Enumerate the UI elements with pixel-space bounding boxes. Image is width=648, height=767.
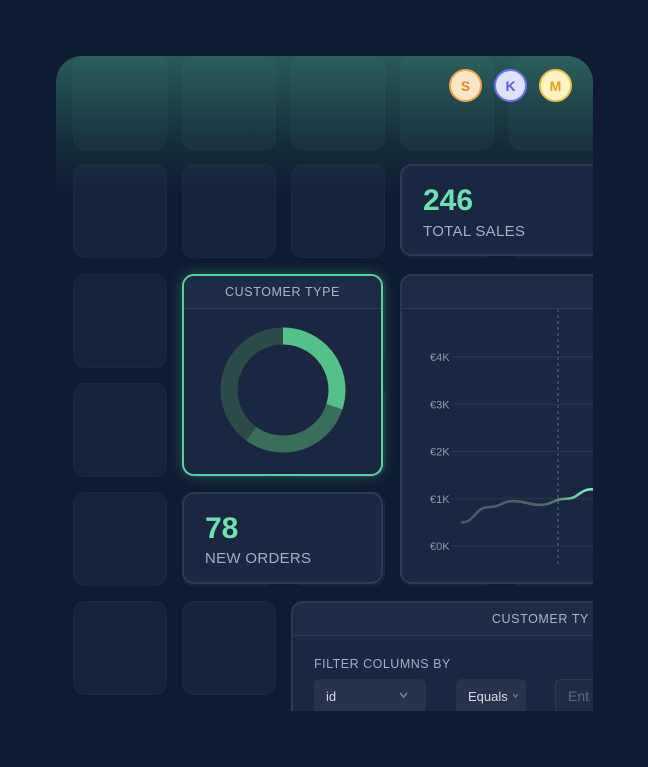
- operator-select-value: Equals: [468, 688, 508, 704]
- column-select[interactable]: id: [314, 679, 426, 711]
- customer-table-title: CUSTOMER TY: [293, 603, 593, 636]
- y-tick-label: €4K: [430, 352, 450, 364]
- total-sales-label: TOTAL SALES: [423, 223, 526, 240]
- avatar[interactable]: K: [494, 69, 527, 102]
- avatar-initial: S: [460, 77, 471, 94]
- y-tick-label: €3K: [430, 399, 450, 411]
- placeholder-tile: [73, 383, 167, 477]
- revenue-series-line[interactable]: [460, 488, 593, 524]
- chevron-down-icon: [513, 694, 518, 698]
- customer-type-card[interactable]: CUSTOMER TYPE: [182, 274, 383, 476]
- y-tick-label: €1K: [430, 494, 450, 506]
- chevron-down-icon: [399, 692, 408, 699]
- customer-type-title: CUSTOMER TYPE: [184, 276, 381, 309]
- avatar-initial: K: [505, 77, 516, 94]
- placeholder-tile: [291, 164, 385, 258]
- placeholder-tile: [73, 492, 167, 586]
- column-select-value: id: [326, 688, 337, 704]
- placeholder-tile: [182, 56, 276, 150]
- customer-table-card: CUSTOMER TY FILTER COLUMNS BY id Equals: [291, 601, 593, 711]
- new-orders-label: NEW ORDERS: [205, 550, 312, 567]
- avatar[interactable]: M: [539, 69, 572, 102]
- filter-columns-label: FILTER COLUMNS BY: [314, 657, 451, 671]
- placeholder-tile: [291, 56, 385, 150]
- total-sales-card[interactable]: 246 TOTAL SALES: [400, 164, 593, 256]
- revenue-chart-header: [402, 276, 593, 309]
- total-sales-value: 246: [423, 184, 474, 217]
- customer-table-title-text: CUSTOMER TY: [491, 612, 589, 626]
- placeholder-tile: [73, 56, 167, 150]
- dashboard-frame: S K M 246 TOTAL SALES CUSTOMER TYPE 78 N…: [56, 56, 593, 711]
- customer-type-donut-chart: [220, 327, 346, 453]
- revenue-chart-card[interactable]: €0K €1K €2K €3K €4K: [400, 274, 593, 584]
- y-tick-label: €0K: [430, 541, 450, 553]
- avatar[interactable]: S: [449, 69, 482, 102]
- avatar-initial: M: [549, 77, 562, 94]
- placeholder-tile: [73, 274, 167, 368]
- new-orders-card[interactable]: 78 NEW ORDERS: [182, 492, 383, 584]
- filter-value-input[interactable]: [555, 679, 593, 711]
- revenue-line-chart: €0K €1K €2K €3K €4K: [430, 309, 593, 567]
- operator-select[interactable]: Equals: [456, 679, 526, 711]
- placeholder-tile: [73, 164, 167, 258]
- placeholder-tile: [182, 164, 276, 258]
- placeholder-tile: [182, 601, 276, 695]
- y-tick-label: €2K: [430, 447, 450, 459]
- new-orders-value: 78: [205, 512, 239, 545]
- placeholder-tile: [73, 601, 167, 695]
- placeholder-tile: [400, 56, 494, 150]
